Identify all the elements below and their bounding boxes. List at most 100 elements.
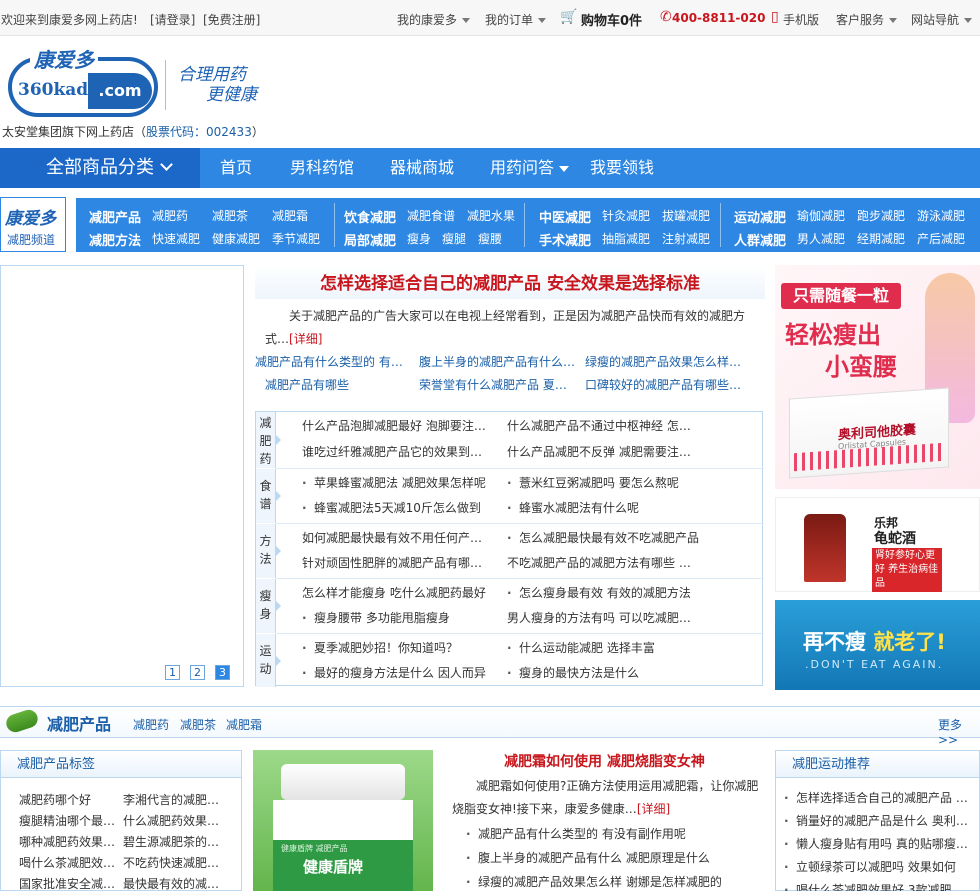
channel-logo[interactable]: 康爱多 减肥频道 <box>0 197 66 252</box>
customer-service-menu[interactable]: 客户服务 <box>836 11 898 28</box>
channel-link[interactable]: 减肥食谱 <box>407 207 455 224</box>
ad-banner-slogan[interactable]: 再不瘦 就老了! .DON'T EAT AGAIN. <box>775 600 980 690</box>
channel-link[interactable]: 局部减肥 <box>344 230 396 249</box>
tag-link[interactable]: 喝什么茶减肥效… <box>19 854 119 871</box>
channel-link[interactable]: 减肥霜 <box>272 207 308 224</box>
article-link[interactable]: 如何减肥最快最有效不用任何产… <box>302 529 497 546</box>
more-link[interactable]: 更多>> <box>938 716 980 747</box>
channel-link[interactable]: 减肥水果 <box>467 207 515 224</box>
article-link[interactable]: 减肥产品有什么类型的 有没有副作用呢 <box>466 825 761 842</box>
nav-item-qa[interactable]: 用药问答 <box>490 148 570 188</box>
article-link[interactable]: 什么产品泡脚减肥最好 泡脚要注… <box>302 417 497 434</box>
nav-item-devices[interactable]: 器械商城 <box>390 148 454 188</box>
article-link[interactable]: 蜂蜜减肥法5天减10斤怎么做到 <box>302 499 502 516</box>
article-link[interactable]: 蜂蜜水减肥法有什么呢 <box>507 499 707 516</box>
cart-icon[interactable]: 🛒 <box>560 9 577 25</box>
article-link[interactable]: 薏米红豆粥减肥吗 要怎么熬呢 <box>507 474 707 491</box>
ad-banner-wine[interactable]: 乐邦 龟蛇酒 肾好参好心更好 养生治病佳品 <box>775 497 980 592</box>
sport-link[interactable]: 怎样选择适合自己的减肥产品 … <box>784 789 976 806</box>
channel-link[interactable]: 减肥方法 <box>89 230 141 249</box>
section-link[interactable]: 减肥茶 <box>180 716 216 733</box>
channel-link[interactable]: 人群减肥 <box>734 230 786 249</box>
channel-link[interactable]: 快速减肥 <box>152 230 200 247</box>
tag-link[interactable]: 李湘代言的减肥… <box>123 791 223 808</box>
channel-link[interactable]: 运动减肥 <box>734 207 786 226</box>
channel-link[interactable]: 跑步减肥 <box>857 207 905 224</box>
headline-title[interactable]: 怎样选择适合自己的减肥产品 安全效果是选择标准 <box>255 265 765 299</box>
channel-link[interactable]: 抽脂减肥 <box>602 230 650 247</box>
article-link[interactable]: 最好的瘦身方法是什么 因人而异 <box>302 664 502 681</box>
channel-link[interactable]: 瘦腿 <box>442 230 466 247</box>
channel-link[interactable]: 注射减肥 <box>662 230 710 247</box>
article-link[interactable]: 苹果蜂蜜减肥法 减肥效果怎样呢 <box>302 474 502 491</box>
my-orders-menu[interactable]: 我的订单 <box>485 11 547 28</box>
article-link[interactable]: 什么减肥产品不通过中枢神经 怎… <box>507 417 697 434</box>
detail-link[interactable]: [详细] <box>289 332 322 346</box>
article-link[interactable]: 什么运动能减肥 选择丰富 <box>507 639 707 656</box>
channel-link[interactable]: 拔罐减肥 <box>662 207 710 224</box>
all-categories-button[interactable]: 全部商品分类 <box>0 148 200 188</box>
channel-link[interactable]: 饮食减肥 <box>344 207 396 226</box>
article-link[interactable]: 怎么瘦身最有效 有效的减肥方法 <box>507 584 707 601</box>
channel-link[interactable]: 中医减肥 <box>539 207 591 226</box>
channel-link[interactable]: 减肥茶 <box>212 207 248 224</box>
banner-slider[interactable]: 1 2 3 <box>0 265 244 687</box>
site-nav-menu[interactable]: 网站导航 <box>911 11 973 28</box>
tag-link[interactable]: 减肥药哪个好 <box>19 791 114 808</box>
channel-link[interactable]: 健康减肥 <box>212 230 260 247</box>
channel-link[interactable]: 针灸减肥 <box>602 207 650 224</box>
tag-link[interactable]: 不吃药快速减肥… <box>123 854 223 871</box>
article-link[interactable]: 怎么减肥最快最有效不吃减肥产品 <box>507 529 707 546</box>
my-account-menu[interactable]: 我的康爱多 <box>397 11 471 28</box>
tag-link[interactable]: 哪种减肥药效果… <box>19 833 119 850</box>
quick-link[interactable]: 腹上半身的减肥产品有什么… <box>419 353 579 370</box>
tag-link[interactable]: 瘦腿精油哪个最… <box>19 812 119 829</box>
detail-link[interactable]: [详细] <box>637 802 670 816</box>
channel-link[interactable]: 游泳减肥 <box>917 207 965 224</box>
article-link[interactable]: 瘦身腰带 多功能甩脂瘦身 <box>302 609 502 626</box>
tag-link[interactable]: 最快最有效的减… <box>123 875 223 891</box>
article-link[interactable]: 怎么样才能瘦身 吃什么减肥药最好 <box>302 584 497 601</box>
nav-item-home[interactable]: 首页 <box>220 148 252 188</box>
article-link[interactable]: 夏季减肥妙招！你知道吗？ <box>302 639 502 656</box>
section-link[interactable]: 减肥药 <box>133 716 169 733</box>
channel-link[interactable]: 手术减肥 <box>539 230 591 249</box>
channel-link[interactable]: 减肥药 <box>152 207 188 224</box>
quick-link[interactable]: 口碑较好的减肥产品有哪些… <box>585 376 750 393</box>
channel-link[interactable]: 经期减肥 <box>857 230 905 247</box>
cart-link[interactable]: 购物车0件 <box>581 10 642 29</box>
register-link[interactable]: [免费注册] <box>203 11 260 28</box>
channel-link[interactable]: 产后减肥 <box>917 230 965 247</box>
channel-link[interactable]: 季节减肥 <box>272 230 320 247</box>
product-article-title[interactable]: 减肥霜如何使用 减肥烧脂变女神 <box>442 750 767 774</box>
slider-page-3[interactable]: 3 <box>215 665 230 680</box>
channel-link[interactable]: 瘦身 <box>407 230 431 247</box>
article-link[interactable]: 什么产品减肥不反弹 减肥需要注… <box>507 443 697 460</box>
sport-link[interactable]: 懒人瘦身贴有用吗 真的贴哪瘦… <box>784 835 976 852</box>
ad-banner-orlistat[interactable]: 只需随餐一粒 轻松瘦出 小蛮腰 奥利司他胶囊 Orlistat Capsules <box>775 265 980 489</box>
article-link[interactable]: 腹上半身的减肥产品有什么 减肥原理是什么 <box>466 849 761 866</box>
quick-link[interactable]: 减肥产品有哪些 <box>265 376 405 393</box>
product-image[interactable]: 健康盾牌 减肥产品 健康盾牌 <box>253 750 433 891</box>
article-link[interactable]: 男人瘦身的方法有吗 可以吃减肥… <box>507 609 697 626</box>
channel-link[interactable]: 男人减肥 <box>797 230 845 247</box>
sport-link[interactable]: 销量好的减肥产品是什么 奥利… <box>784 812 976 829</box>
tag-link[interactable]: 国家批准安全减… <box>19 875 119 891</box>
login-link[interactable]: [请登录] <box>150 11 195 28</box>
channel-link[interactable]: 瑜伽减肥 <box>797 207 845 224</box>
slider-page-1[interactable]: 1 <box>165 665 180 680</box>
article-link[interactable]: 针对顽固性肥胖的减肥产品有哪… <box>302 554 497 571</box>
quick-link[interactable]: 减肥产品有什么类型的 有… <box>255 353 411 370</box>
tag-link[interactable]: 碧生源减肥茶的… <box>123 833 223 850</box>
article-link[interactable]: 谁吃过纤雅减肥产品它的效果到… <box>302 443 497 460</box>
nav-item-mens[interactable]: 男科药馆 <box>290 148 354 188</box>
mobile-link[interactable]: 手机版 <box>783 11 819 28</box>
tag-link[interactable]: 什么减肥药效果… <box>123 812 223 829</box>
channel-link[interactable]: 瘦腰 <box>478 230 502 247</box>
sport-link[interactable]: 喝什么茶减肥效果好 3款减肥… <box>784 881 976 891</box>
quick-link[interactable]: 绿瘦的减肥产品效果怎么样… <box>585 353 750 370</box>
slider-page-2[interactable]: 2 <box>190 665 205 680</box>
section-link[interactable]: 减肥霜 <box>226 716 262 733</box>
channel-link[interactable]: 减肥产品 <box>89 207 141 226</box>
article-link[interactable]: 不吃减肥产品的减肥方法有哪些 … <box>507 554 697 571</box>
